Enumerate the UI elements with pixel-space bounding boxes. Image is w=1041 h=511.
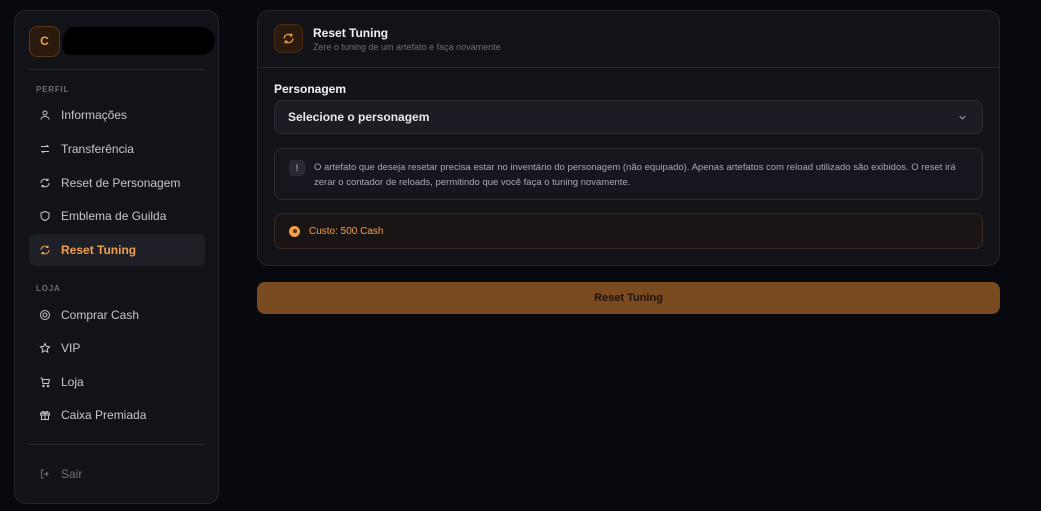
- card-header: Reset Tuning Zere o tuning de um artefat…: [258, 11, 999, 68]
- sidebar-item-label: Transferência: [61, 142, 134, 156]
- section-label-perfil: PERFIL: [36, 85, 70, 94]
- shield-icon: [38, 209, 52, 223]
- sidebar-item-comprar-cash[interactable]: Comprar Cash: [29, 299, 205, 331]
- divider: [29, 69, 205, 70]
- reset-tuning-card: Reset Tuning Zere o tuning de um artefat…: [257, 10, 1000, 266]
- info-notice: ! O artefato que deseja resetar precisa …: [274, 148, 983, 200]
- logout-label: Sair: [61, 467, 83, 481]
- refresh-icon: [274, 24, 303, 53]
- sidebar-item-label: Reset de Personagem: [61, 176, 181, 190]
- sidebar-item-loja[interactable]: Loja: [29, 366, 205, 398]
- gift-icon: [38, 408, 52, 422]
- cost-text: Custo: 500 Cash: [309, 225, 384, 237]
- profile-header[interactable]: C: [29, 25, 217, 57]
- divider: [29, 444, 205, 445]
- sidebar-item-label: Loja: [61, 375, 84, 389]
- section-label-loja: LOJA: [36, 284, 61, 293]
- personagem-select[interactable]: Selecione o personagem: [274, 100, 983, 134]
- sidebar-item-reset-personagem[interactable]: Reset de Personagem: [29, 167, 205, 199]
- transfer-arrows-icon: [38, 142, 52, 156]
- cart-icon: [38, 375, 52, 389]
- sidebar-item-informacoes[interactable]: Informações: [29, 99, 205, 131]
- sidebar-item-label: Emblema de Guilda: [61, 209, 167, 223]
- logout-button[interactable]: Sair: [29, 458, 205, 490]
- alert-icon: !: [289, 160, 305, 176]
- reset-tuning-button[interactable]: Reset Tuning: [257, 282, 1000, 314]
- redacted-username: [61, 27, 217, 55]
- avatar[interactable]: C: [29, 25, 60, 57]
- personagem-label: Personagem: [274, 82, 347, 96]
- refresh-icon: [38, 176, 52, 190]
- logout-icon: [38, 467, 52, 481]
- chevron-down-icon: [957, 112, 968, 126]
- refresh-icon: [38, 243, 52, 257]
- sidebar-item-label: Reset Tuning: [61, 243, 137, 257]
- page-subtitle: Zere o tuning de um artefato e faça nova…: [313, 42, 501, 52]
- sidebar-item-vip[interactable]: VIP: [29, 332, 205, 364]
- info-text: O artefato que deseja resetar precisa es…: [314, 162, 956, 188]
- sidebar: C PERFIL Informações Transferência Reset…: [14, 10, 219, 504]
- sidebar-item-emblema-guilda[interactable]: Emblema de Guilda: [29, 200, 205, 232]
- star-icon: [38, 341, 52, 355]
- user-icon: [38, 108, 52, 122]
- coin-icon: [289, 225, 300, 237]
- sidebar-item-label: VIP: [61, 341, 81, 355]
- select-value: Selecione o personagem: [288, 110, 430, 124]
- sidebar-item-transferencia[interactable]: Transferência: [29, 133, 205, 165]
- sidebar-item-label: Informações: [61, 108, 128, 122]
- page-title: Reset Tuning: [313, 26, 389, 40]
- sidebar-item-label: Comprar Cash: [61, 308, 140, 322]
- sidebar-item-label: Caixa Premiada: [61, 408, 147, 422]
- coin-icon: [38, 308, 52, 322]
- sidebar-item-reset-tuning[interactable]: Reset Tuning: [29, 234, 205, 266]
- cost-notice: Custo: 500 Cash: [274, 213, 983, 249]
- sidebar-item-caixa-premiada[interactable]: Caixa Premiada: [29, 399, 205, 431]
